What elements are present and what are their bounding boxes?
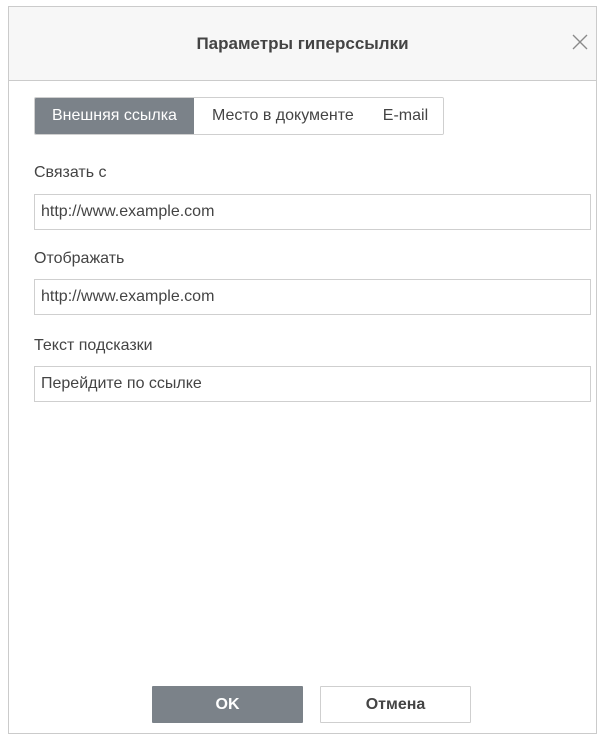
tab-email[interactable]: E-mail	[367, 98, 444, 134]
close-icon[interactable]	[570, 32, 590, 52]
dialog-titlebar: Параметры гиперссылки	[9, 7, 596, 81]
tooltip-text-input[interactable]	[34, 366, 591, 402]
display-label: Отображать	[34, 250, 125, 267]
display-input[interactable]	[34, 279, 591, 315]
dialog-title: Параметры гиперссылки	[196, 34, 409, 53]
tab-external-link[interactable]: Внешняя ссылка	[35, 98, 194, 134]
cancel-button[interactable]: Отмена	[320, 686, 471, 723]
tooltip-text-label: Текст подсказки	[34, 337, 153, 354]
ok-button[interactable]: OK	[152, 686, 303, 723]
link-to-input[interactable]	[34, 194, 591, 230]
hyperlink-settings-dialog: Параметры гиперссылки Внешняя ссылка Мес…	[8, 6, 597, 734]
link-to-label: Связать с	[34, 164, 107, 181]
link-type-tabs: Внешняя ссылка Место в документе E-mail	[34, 97, 445, 135]
tab-place-in-document[interactable]: Место в документе	[193, 98, 368, 134]
